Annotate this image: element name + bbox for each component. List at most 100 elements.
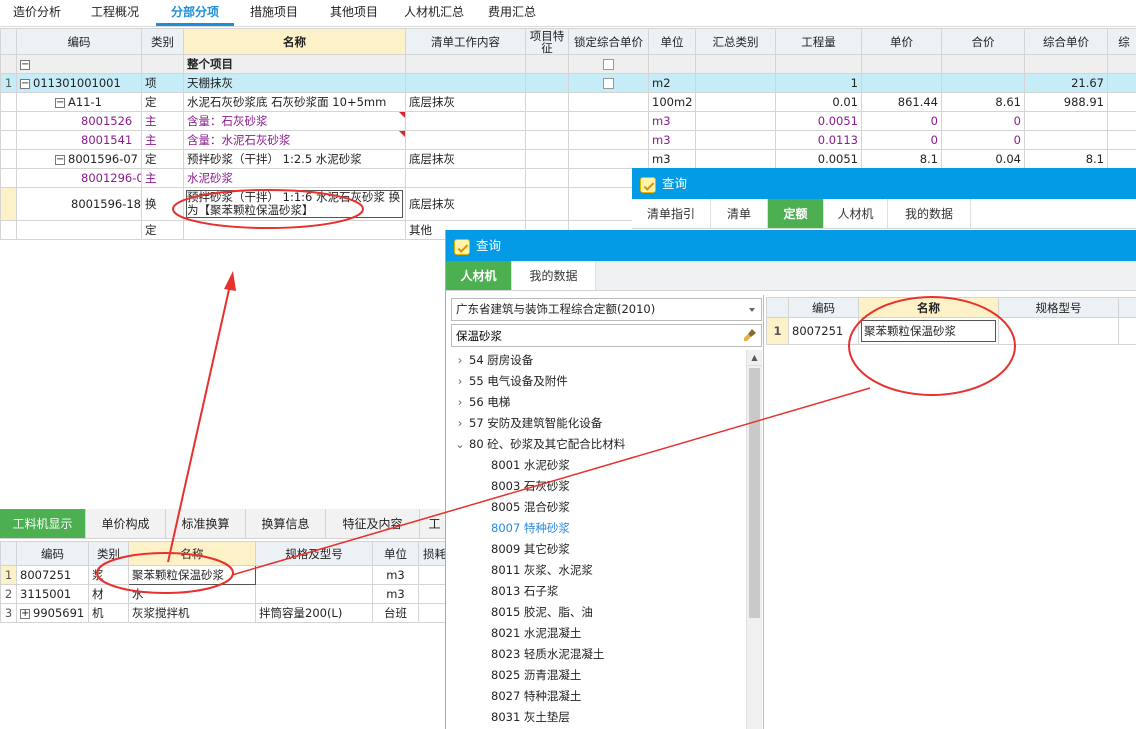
tab-price-composition[interactable]: 单价构成 [86, 509, 166, 538]
code-cell[interactable] [16, 220, 142, 240]
total-cell[interactable]: 0 [941, 111, 1025, 131]
lock-cell[interactable] [568, 73, 649, 93]
table-row[interactable]: 8001541 主 含量：水泥石灰砂浆 m3 0.0113 0 0 [0, 130, 1136, 150]
content-cell[interactable] [405, 54, 526, 74]
spec-cell[interactable] [255, 584, 373, 604]
tree-item[interactable]: › 54 厨房设备 [451, 350, 747, 371]
name-cell[interactable]: 预拌砂浆（干拌） 1:2.5 水泥砂浆 [183, 149, 406, 169]
total-cell[interactable]: 0 [941, 130, 1025, 150]
total-cell[interactable]: 0.04 [941, 149, 1025, 169]
qty-cell[interactable]: 1 [775, 73, 862, 93]
brush-icon[interactable] [743, 328, 757, 342]
collapse-icon[interactable]: − [20, 78, 30, 89]
tab-features-content[interactable]: 特征及内容 [326, 509, 420, 538]
col-extra[interactable]: 综 [1107, 28, 1136, 55]
spec-cell[interactable]: 拌筒容量200(L) [255, 603, 373, 623]
code-cell[interactable]: 8001526 [16, 111, 142, 131]
content-cell[interactable] [405, 73, 526, 93]
content-cell[interactable] [405, 130, 526, 150]
feature-cell[interactable] [525, 54, 569, 74]
spec-cell[interactable] [998, 317, 1119, 345]
type-cell[interactable]: 定 [141, 220, 184, 240]
price-cell[interactable] [861, 73, 942, 93]
sum-cell[interactable] [695, 92, 776, 112]
tab-standard-conversion[interactable]: 标准换算 [166, 509, 246, 538]
code-cell[interactable]: 8001296-01 [16, 168, 142, 188]
col-unit[interactable]: 单 [1118, 297, 1136, 318]
comp-cell[interactable]: 8.1 [1024, 149, 1108, 169]
total-cell[interactable] [941, 54, 1025, 74]
lock-cell[interactable] [568, 54, 649, 74]
code-cell[interactable]: 8001596-18 [16, 187, 142, 221]
name-cell[interactable]: 天棚抹灰 [183, 73, 406, 93]
col-content[interactable]: 清单工作内容 [405, 28, 526, 55]
sum-cell[interactable] [695, 130, 776, 150]
type-cell[interactable]: 主 [141, 130, 184, 150]
feature-cell[interactable] [525, 168, 569, 188]
tab-my-data[interactable]: 我的数据 [512, 261, 596, 290]
code-cell[interactable]: 8001541 [16, 130, 142, 150]
content-cell[interactable]: 底层抹灰 [405, 92, 526, 112]
tree-item[interactable]: 8013 石子浆 [451, 581, 747, 602]
name-cell[interactable]: 含量：石灰砂浆 [183, 111, 406, 131]
extra-cell[interactable] [1107, 130, 1136, 150]
unit-cell[interactable]: m3 [372, 565, 419, 585]
content-cell[interactable]: 底层抹灰 [405, 187, 526, 221]
col-name[interactable]: 名称 [128, 541, 256, 566]
col-quantity[interactable]: 工程量 [775, 28, 862, 55]
col-spec[interactable]: 规格及型号 [255, 541, 373, 566]
scroll-thumb[interactable] [749, 368, 760, 618]
comp-cell[interactable] [1024, 130, 1108, 150]
code-cell[interactable]: 8007251 [788, 317, 859, 345]
price-cell[interactable]: 861.44 [861, 92, 942, 112]
name-cell[interactable]: 水泥砂浆 [183, 168, 406, 188]
feature-cell[interactable] [525, 92, 569, 112]
tree-item[interactable]: 8007 特种砂浆 [451, 518, 747, 539]
tab-quota[interactable]: 定额 [768, 199, 824, 228]
col-lock-price[interactable]: 锁定综合单价 [568, 28, 649, 55]
tab-fee-summary[interactable]: 费用汇总 [474, 0, 550, 26]
collapse-icon[interactable]: − [20, 59, 30, 70]
tab-project-overview[interactable]: 工程概况 [74, 0, 156, 26]
col-name[interactable]: 名称 [183, 28, 406, 55]
qty-cell[interactable]: 0.0113 [775, 130, 862, 150]
feature-cell[interactable] [525, 130, 569, 150]
name-cell[interactable]: 整个项目 [183, 54, 406, 74]
lock-cell[interactable] [568, 149, 649, 169]
type-cell[interactable]: 机 [88, 603, 129, 623]
unit-cell[interactable]: 台班 [372, 603, 419, 623]
col-comp-price[interactable]: 综合单价 [1024, 28, 1108, 55]
extra-cell[interactable] [1107, 54, 1136, 74]
col-spec[interactable]: 规格型号 [998, 297, 1119, 318]
unit-cell[interactable]: m3 [648, 149, 696, 169]
col-name[interactable]: 名称 [858, 297, 999, 318]
tab-measures[interactable]: 措施项目 [234, 0, 314, 26]
dialog-title-bar[interactable]: 查询 [446, 230, 1136, 261]
qty-cell[interactable]: 0.01 [775, 92, 862, 112]
unit-cell[interactable]: m3 [648, 111, 696, 131]
type-cell[interactable]: 主 [141, 168, 184, 188]
col-sum-category[interactable]: 汇总类别 [695, 28, 776, 55]
type-cell[interactable]: 定 [141, 149, 184, 169]
qty-cell[interactable]: 0.0051 [775, 111, 862, 131]
feature-cell[interactable] [525, 73, 569, 93]
tree-item[interactable]: › 57 安防及建筑智能化设备 [451, 413, 747, 434]
tab-labor-material[interactable]: 人材机 [824, 199, 888, 228]
tab-my-data[interactable]: 我的数据 [888, 199, 971, 228]
tab-list[interactable]: 清单 [711, 199, 768, 228]
code-cell[interactable]: −8001596-07 [16, 149, 142, 169]
comp-cell[interactable] [1024, 54, 1108, 74]
tree-item[interactable]: 8001 水泥砂浆 [451, 455, 747, 476]
qty-cell[interactable] [775, 54, 862, 74]
type-cell[interactable]: 浆 [88, 565, 129, 585]
table-row[interactable]: 8001526 主 含量：石灰砂浆 m3 0.0051 0 0 [0, 111, 1136, 131]
scroll-up-icon[interactable]: ▲ [747, 350, 762, 366]
tree-item[interactable]: 8031 灰土垫层 [451, 707, 747, 728]
expand-icon[interactable]: + [20, 608, 30, 619]
tree-item[interactable]: 8023 轻质水泥混凝土 [451, 644, 747, 665]
qty-cell[interactable]: 0.0051 [775, 149, 862, 169]
lock-checkbox[interactable] [603, 59, 614, 70]
collapse-icon[interactable]: − [55, 97, 65, 108]
type-cell[interactable]: 换 [141, 187, 184, 221]
tab-conversion-info[interactable]: 换算信息 [246, 509, 326, 538]
